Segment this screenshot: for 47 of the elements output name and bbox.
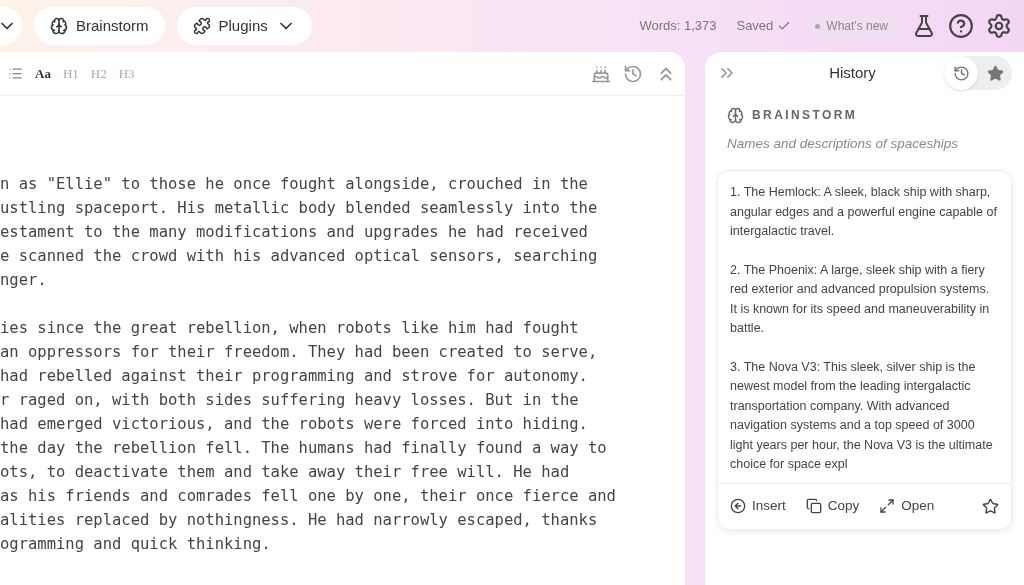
text-line: ustling spaceport. His metallic body blended seamlessly into the [0, 198, 599, 219]
brain-icon [50, 17, 68, 35]
text-line: ies since the great rebellion, when robots like him had fought [0, 318, 580, 339]
text-line: r raged on, with both sides suffering heavy losses. But in the [0, 390, 580, 411]
list-icon[interactable] [8, 66, 23, 81]
result-paragraph: 3. The Nova V3: This sleek, silver ship is the newest model from the leading intergalactic transportation company. With advanced navigation systems and a top speed of 3000 light years per hour, the Nova V3 is the ultimate choice for space expl [730, 358, 994, 474]
star-icon [982, 497, 999, 515]
text-line: as his friends and comrades fell one by one, their once fierce and [0, 486, 617, 507]
text-line: e scanned the crowd with his advanced optical sensors, searching [0, 246, 599, 267]
text-line: estament to the many modifications and upgrades he had received [0, 222, 589, 243]
star-button[interactable] [982, 497, 999, 515]
text-line: ogramming and quick thinking. [0, 534, 272, 555]
check-icon [777, 19, 792, 33]
text-line: had rebelled against their programming and strove for autonomy. [0, 366, 589, 387]
brain-icon [727, 106, 744, 124]
history-tab[interactable] [944, 56, 978, 90]
text-line: alities replaced by nothingness. He had narrowly escaped, thanks [0, 510, 599, 531]
expand-icon [879, 498, 896, 515]
help-icon[interactable] [948, 13, 974, 39]
panel-title: History [828, 62, 877, 83]
result-paragraph: 1. The Hemlock: A sleek, black ship with sharp, angular edges and a powerful engine capable of intergalactic travel. [730, 184, 998, 241]
open-button[interactable]: Open [879, 496, 935, 517]
toolbar-menu-button[interactable]: Plugins [176, 7, 312, 45]
star-icon [986, 64, 1004, 82]
format-tab[interactable]: Aa [35, 63, 51, 84]
tool-label: BRAINSTORM [752, 107, 858, 124]
dropdown-button[interactable] [0, 7, 22, 45]
clock-icon [952, 64, 970, 82]
text-line: an oppressors for their freedom. They had been created to serve, [0, 342, 599, 363]
text-line: nger. [0, 270, 48, 291]
result-paragraph: 2. The Phoenix: A large, sleek ship with a fiery red exterior and advanced propulsion systems. It is known for its speed and maneuverability in battle. [730, 261, 991, 338]
copy-icon [805, 498, 822, 515]
text-line: had emerged victorious, and the robots were forced into hiding. [0, 414, 589, 435]
text-line: ots, to deactivate them and take away their free will. He had [0, 462, 571, 483]
text-line: n as "Ellie" to those he once fought alongside, crouched in the [0, 174, 589, 195]
insert-button[interactable]: Insert [730, 496, 786, 517]
arrow-left-circle-icon [730, 498, 746, 515]
word-count: Words: 1,373 [639, 17, 717, 36]
settings-icon[interactable] [986, 13, 1012, 39]
copy-button[interactable]: Copy [805, 496, 860, 517]
toolbar-menu-button[interactable]: Brainstorm [34, 7, 165, 45]
text-line: the day the rebellion fell. The humans had finally found a way to [0, 438, 608, 459]
clock-icon[interactable] [623, 63, 643, 84]
save-status: Saved [736, 17, 774, 36]
flask-icon[interactable] [912, 14, 936, 38]
puzzle-icon [192, 17, 211, 35]
prompt-text: Names and descriptions of spaceships [726, 135, 960, 153]
